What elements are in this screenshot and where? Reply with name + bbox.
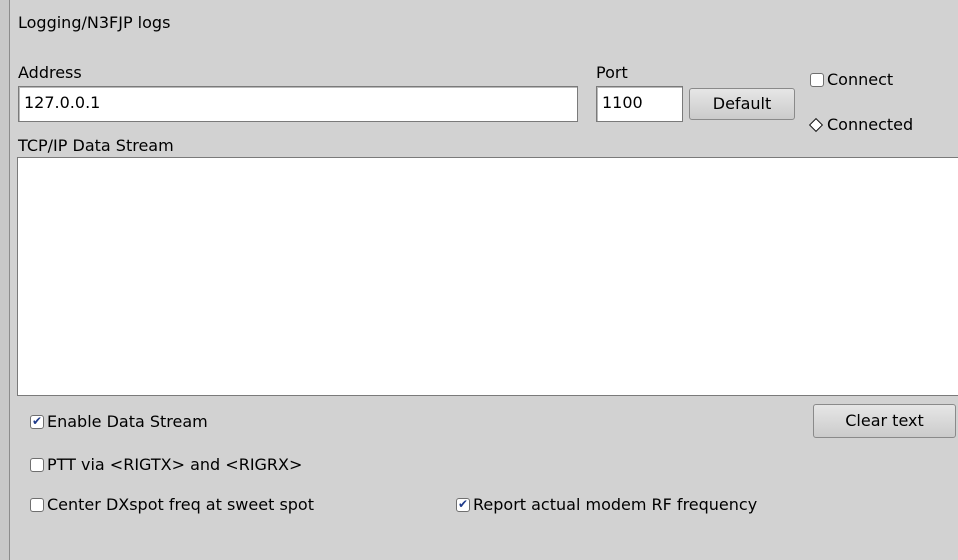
report-rf-frequency-label: Report actual modem RF frequency xyxy=(473,495,758,514)
checkbox-icon: ✔ xyxy=(456,497,470,512)
connected-label: Connected xyxy=(827,115,914,134)
center-dxspot-checkbox[interactable]: Center DXspot freq at sweet spot xyxy=(30,495,314,514)
ptt-via-checkbox[interactable]: PTT via <RIGTX> and <RIGRX> xyxy=(30,455,302,474)
port-input[interactable]: 1100 xyxy=(596,86,683,122)
group-title: Logging/N3FJP logs xyxy=(18,13,171,32)
port-label: Port xyxy=(596,63,628,82)
report-rf-frequency-checkbox[interactable]: ✔ Report actual modem RF frequency xyxy=(456,495,757,514)
checkbox-icon xyxy=(810,72,824,87)
checkbox-icon xyxy=(30,497,44,512)
address-input[interactable]: 127.0.0.1 xyxy=(18,86,578,122)
checkmark-icon: ✔ xyxy=(32,413,43,428)
enable-data-stream-checkbox[interactable]: ✔ Enable Data Stream xyxy=(30,412,208,431)
ptt-via-label: PTT via <RIGTX> and <RIGRX> xyxy=(47,455,303,474)
checkbox-icon: ✔ xyxy=(30,414,44,429)
address-label: Address xyxy=(18,63,82,82)
connect-label: Connect xyxy=(827,70,894,89)
checkbox-icon xyxy=(30,457,44,472)
stream-label: TCP/IP Data Stream xyxy=(18,136,174,155)
connect-checkbox[interactable]: Connect xyxy=(810,70,893,89)
connected-indicator: Connected xyxy=(808,115,913,134)
enable-data-stream-label: Enable Data Stream xyxy=(47,412,208,431)
default-button[interactable]: Default xyxy=(689,88,795,120)
center-dxspot-label: Center DXspot freq at sweet spot xyxy=(47,495,314,514)
clear-text-button[interactable]: Clear text xyxy=(813,404,956,438)
diamond-indicator-icon xyxy=(808,117,824,132)
checkmark-icon: ✔ xyxy=(458,496,469,511)
tcpip-data-stream-textarea[interactable] xyxy=(17,157,958,396)
